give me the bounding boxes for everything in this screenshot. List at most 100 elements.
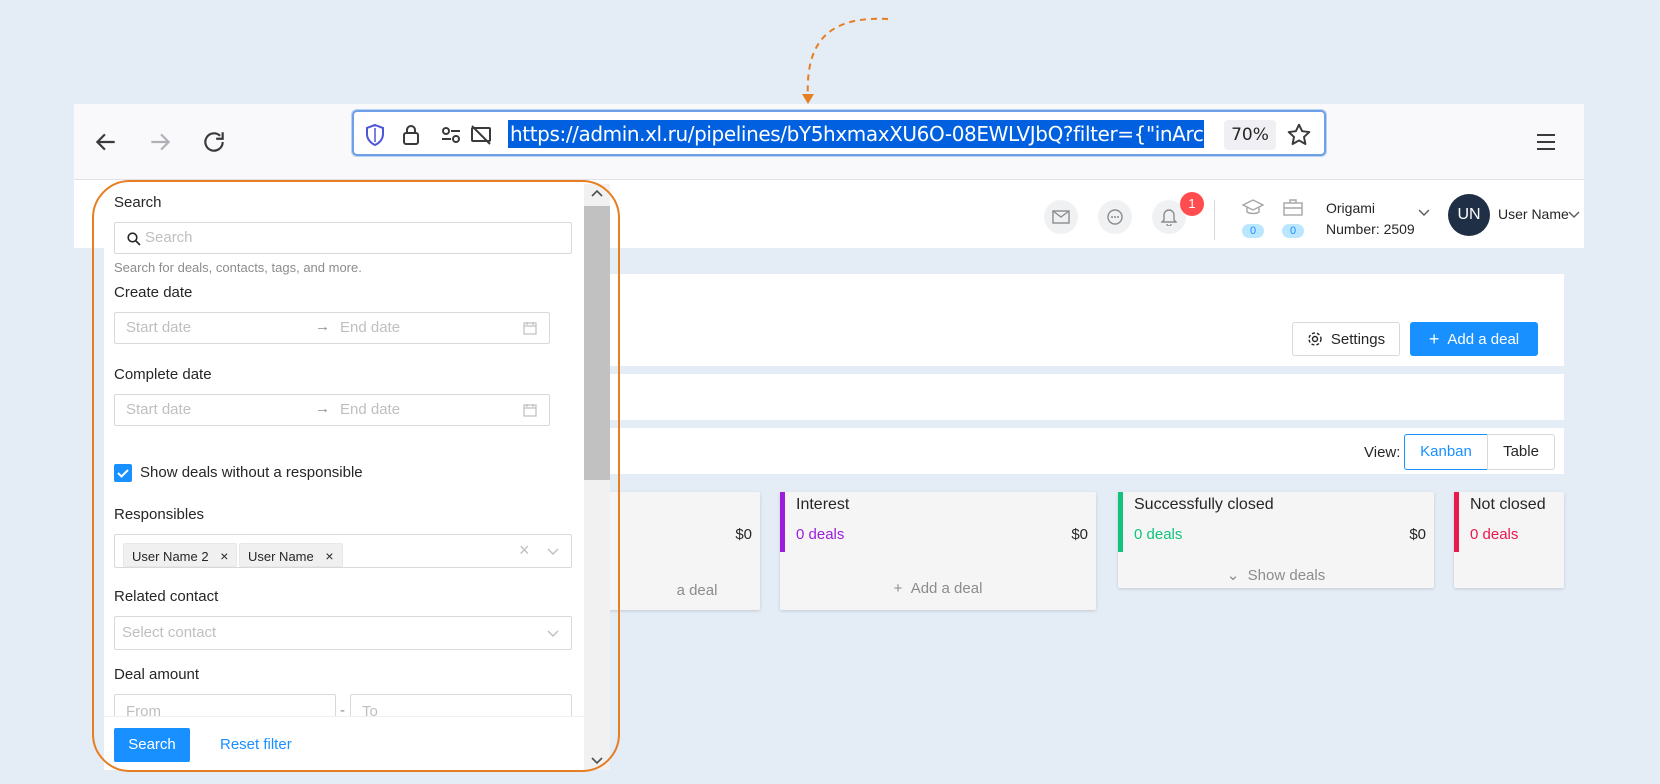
- scroll-up-icon[interactable]: [590, 188, 604, 198]
- back-button[interactable]: [86, 122, 126, 162]
- kanban-column: $0 a deal: [590, 492, 760, 610]
- search-placeholder: Search: [145, 229, 193, 246]
- bookmark-star-icon[interactable]: [1286, 122, 1312, 148]
- tabs-card: [586, 374, 1564, 420]
- scrollbar-thumb[interactable]: [584, 206, 610, 480]
- bell-icon: [1161, 209, 1177, 226]
- search-icon: [127, 232, 141, 246]
- shield-icon[interactable]: [362, 122, 388, 148]
- tag-label: User Name 2: [132, 549, 209, 564]
- responsible-tag: User Name 2 ×: [123, 543, 238, 567]
- end-date-input[interactable]: End date: [340, 319, 400, 336]
- column-color-bar: [1454, 492, 1459, 552]
- kanban-column-successfully-closed: Successfully closed 0 deals $0 ⌄ Show de…: [1118, 492, 1434, 588]
- forward-button[interactable]: [140, 122, 180, 162]
- org-number: Number: 2509: [1326, 221, 1415, 237]
- calendar-icon: [523, 404, 537, 417]
- mail-button[interactable]: [1044, 200, 1078, 234]
- show-deals-link[interactable]: ⌄ Show deals: [1118, 566, 1434, 584]
- complete-date-label: Complete date: [114, 366, 212, 383]
- reload-icon: [204, 132, 224, 152]
- scroll-down-icon[interactable]: [590, 756, 604, 766]
- arrow-left-icon: [95, 133, 115, 151]
- deal-amount-label: Deal amount: [114, 666, 200, 683]
- plus-icon: +: [1428, 328, 1440, 349]
- chat-icon: [1107, 209, 1123, 225]
- show-deals-label: Show deals: [1247, 567, 1326, 584]
- zoom-indicator[interactable]: 70%: [1224, 120, 1276, 150]
- filter-panel: Search Search Search for deals, contacts…: [104, 184, 610, 770]
- browser-toolbar: https://admin.xl.ru/pipelines/bY5hxmaxXU…: [74, 104, 1584, 180]
- column-sum: $0: [1071, 526, 1088, 543]
- end-date-input[interactable]: End date: [340, 401, 400, 418]
- lock-icon[interactable]: [398, 122, 424, 148]
- column-sum: $0: [735, 526, 752, 543]
- chevron-down-icon[interactable]: [547, 547, 559, 557]
- organization-selector[interactable]: Origami Number: 2509: [1326, 198, 1415, 240]
- search-help-text: Search for deals, contacts, tags, and mo…: [114, 260, 362, 275]
- screen-share-blocked-icon[interactable]: [468, 122, 494, 148]
- arrow-right-icon: [151, 133, 171, 151]
- start-date-input[interactable]: Start date: [126, 319, 191, 336]
- arrow-right-icon: →: [315, 318, 330, 335]
- column-count: 0 deals: [1470, 526, 1519, 543]
- chat-button[interactable]: [1098, 200, 1132, 234]
- reset-filter-button[interactable]: Reset filter: [220, 736, 292, 753]
- create-date-label: Create date: [114, 284, 193, 301]
- column-title: Not closed: [1470, 496, 1546, 513]
- url-text[interactable]: https://admin.xl.ru/pipelines/bY5hxmaxXU…: [508, 120, 1204, 148]
- column-count: 0 deals: [796, 526, 845, 543]
- chevron-down-icon[interactable]: [1418, 208, 1430, 218]
- responsibles-select[interactable]: User Name 2 × User Name × ×: [114, 534, 572, 568]
- briefcase-icon[interactable]: [1280, 196, 1306, 218]
- related-contact-label: Related contact: [114, 588, 219, 605]
- contact-select[interactable]: Select contact: [114, 616, 572, 650]
- learning-count: 0: [1242, 224, 1264, 238]
- mail-icon: [1052, 210, 1070, 224]
- kanban-column-interest: Interest 0 deals $0 + Add a deal: [780, 492, 1096, 610]
- column-color-bar: [780, 492, 785, 552]
- view-kanban-button[interactable]: Kanban: [1404, 434, 1488, 470]
- hamburger-icon: [1537, 134, 1555, 150]
- search-label: Search: [114, 194, 162, 211]
- complete-date-range-picker[interactable]: Start date → End date: [114, 394, 550, 426]
- search-button[interactable]: Search: [114, 728, 190, 762]
- clear-icon[interactable]: ×: [519, 540, 530, 561]
- plus-icon: +: [893, 580, 911, 597]
- settings-label: Settings: [1330, 330, 1386, 348]
- no-responsible-checkbox[interactable]: [114, 464, 132, 482]
- chevron-down-icon[interactable]: [1568, 210, 1580, 220]
- start-date-input[interactable]: Start date: [126, 401, 191, 418]
- close-icon[interactable]: ×: [220, 548, 228, 564]
- inbox-count: 0: [1282, 224, 1304, 238]
- header-divider: [1214, 200, 1215, 240]
- settings-button[interactable]: Settings: [1292, 322, 1400, 356]
- avatar[interactable]: UN: [1448, 194, 1490, 236]
- add-deal-link-label: Add a deal: [910, 580, 983, 597]
- arrow-right-icon: →: [315, 400, 330, 417]
- browser-menu-button[interactable]: [1526, 122, 1566, 162]
- add-deal-link[interactable]: a deal: [590, 582, 760, 599]
- org-name: Origami: [1326, 200, 1376, 216]
- chevron-down-icon: [547, 630, 559, 637]
- kanban-column-not-closed: Not closed 0 deals: [1454, 492, 1564, 588]
- tag-label: User Name: [248, 549, 314, 564]
- gear-icon: [1308, 332, 1322, 346]
- column-sum: $0: [1409, 526, 1426, 543]
- reload-button[interactable]: [194, 122, 234, 162]
- close-icon[interactable]: ×: [325, 548, 333, 564]
- search-input[interactable]: Search: [114, 222, 572, 254]
- url-bar[interactable]: https://admin.xl.ru/pipelines/bY5hxmaxXU…: [352, 110, 1326, 156]
- view-label: View:: [1364, 444, 1401, 461]
- view-table-button[interactable]: Table: [1487, 434, 1555, 470]
- column-color-bar: [1118, 492, 1123, 552]
- add-deal-button[interactable]: + Add a deal: [1410, 322, 1538, 356]
- user-name[interactable]: User Name: [1498, 206, 1569, 222]
- add-deal-link[interactable]: + Add a deal: [780, 580, 1096, 597]
- permissions-icon[interactable]: [438, 122, 464, 148]
- column-title: Successfully closed: [1134, 496, 1274, 513]
- graduation-cap-icon[interactable]: [1240, 196, 1266, 218]
- create-date-range-picker[interactable]: Start date → End date: [114, 312, 550, 344]
- no-responsible-label[interactable]: Show deals without a responsible: [140, 464, 363, 481]
- responsibles-label: Responsibles: [114, 506, 205, 523]
